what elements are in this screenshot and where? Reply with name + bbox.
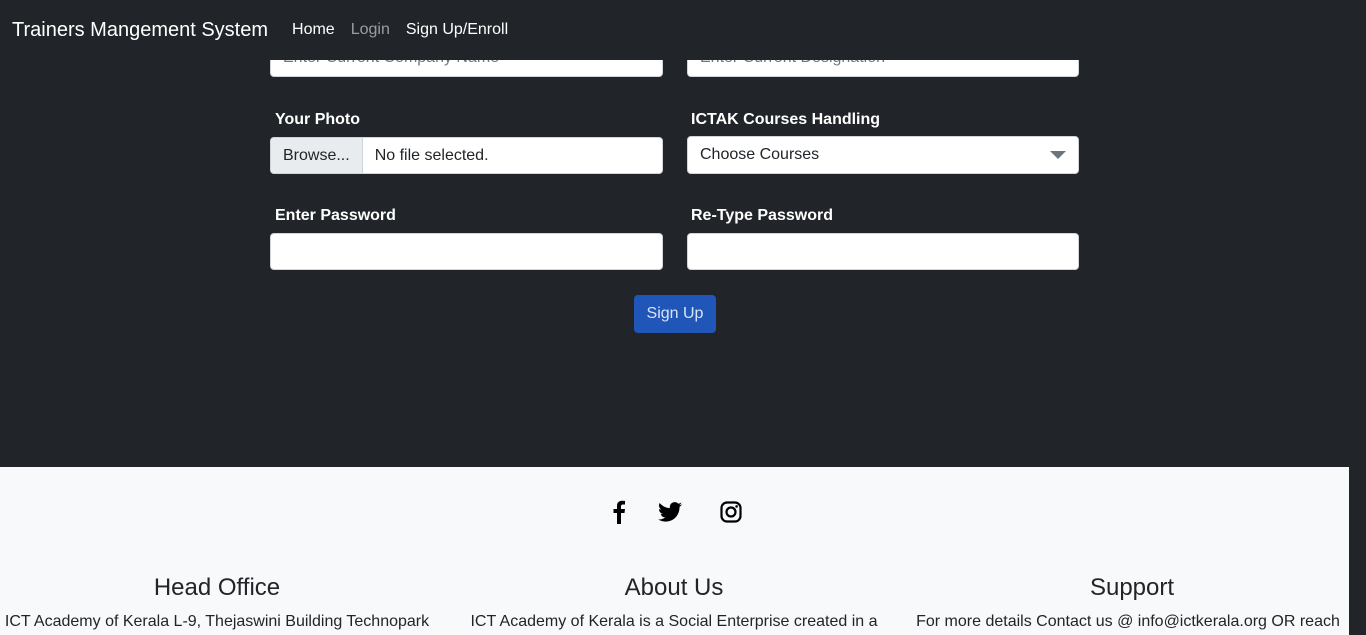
- about-us-title: About Us: [624, 574, 724, 601]
- facebook-icon[interactable]: [606, 499, 632, 525]
- nav-link-signup[interactable]: Sign Up/Enroll: [406, 21, 508, 39]
- password-input[interactable]: [270, 233, 663, 270]
- courses-selected-value: Choose Courses: [700, 146, 820, 163]
- nav-link-home[interactable]: Home: [292, 21, 335, 39]
- chevron-down-icon: [1050, 151, 1066, 159]
- social-links: [0, 499, 1349, 527]
- nav-link-login[interactable]: Login: [351, 21, 390, 39]
- retype-password-input[interactable]: [687, 233, 1079, 270]
- instagram-icon[interactable]: [718, 499, 744, 525]
- retype-password-label: Re-Type Password: [691, 207, 833, 224]
- file-status: No file selected.: [374, 146, 489, 164]
- browse-button[interactable]: Browse...: [271, 138, 363, 173]
- support-text: For more details Contact us @ info@ictke…: [916, 613, 1340, 630]
- support-title: Support: [1089, 574, 1175, 601]
- photo-file-input[interactable]: Browse... No file selected.: [270, 137, 663, 174]
- twitter-icon[interactable]: [657, 499, 683, 525]
- courses-select[interactable]: Choose Courses: [687, 136, 1079, 174]
- photo-label: Your Photo: [275, 111, 361, 128]
- navbar: Trainers Mangement System Home Login Sig…: [0, 0, 1366, 60]
- head-office-text: ICT Academy of Kerala L-9, Thejaswini Bu…: [4, 613, 430, 630]
- brand-title[interactable]: Trainers Mangement System: [12, 19, 268, 42]
- about-us-text: ICT Academy of Kerala is a Social Enterp…: [470, 613, 878, 630]
- password-label: Enter Password: [275, 207, 396, 224]
- courses-label: ICTAK Courses Handling: [691, 111, 881, 128]
- sign-up-button[interactable]: Sign Up: [634, 295, 716, 333]
- head-office-title: Head Office: [153, 574, 281, 601]
- footer: Head Office ICT Academy of Kerala L-9, T…: [0, 467, 1349, 635]
